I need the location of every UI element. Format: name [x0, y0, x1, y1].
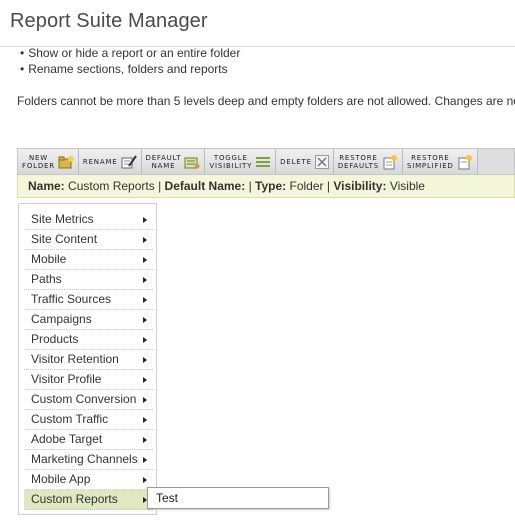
menu-item-label: Custom Reports [31, 492, 118, 506]
default-name-label: DEFAULT NAME [145, 153, 182, 170]
menu-item-label: Custom Conversion [31, 392, 137, 406]
menu-item-label: Traffic Sources [31, 292, 112, 306]
menu-item-paths[interactable]: Paths [24, 270, 153, 290]
delete-button[interactable]: DELETE [276, 149, 334, 174]
new-folder-icon [58, 155, 74, 169]
menu-item-visitor-retention[interactable]: Visitor Retention [24, 350, 153, 370]
toggle-visibility-icon [255, 155, 271, 169]
menu-item-custom-traffic[interactable]: Custom Traffic [24, 410, 153, 430]
menu-item-site-metrics[interactable]: Site Metrics [24, 210, 153, 230]
submenu-arrow-icon [143, 457, 147, 463]
instruction-item: Show or hide a report or an entire folde… [20, 45, 240, 61]
menu-item-label: Products [31, 332, 79, 346]
submenu-arrow-icon [143, 317, 147, 323]
submenu-arrow-icon [143, 397, 147, 403]
restore-simplified-label: RESTORE SIMPLIFIED [406, 153, 454, 170]
menu-item-label: Paths [31, 272, 62, 286]
submenu-arrow-icon [143, 237, 147, 243]
submenu-arrow-icon [143, 337, 147, 343]
restore-defaults-icon [382, 154, 398, 170]
visibility-value: Visible [389, 179, 425, 193]
restore-simplified-icon [457, 154, 473, 170]
default-name-button[interactable]: DEFAULT NAME [141, 149, 206, 174]
folder-rules-note: Folders cannot be more than 5 levels dee… [17, 94, 515, 108]
submenu-arrow-icon [143, 477, 147, 483]
menu-item-label: Site Content [31, 232, 98, 246]
menu-item-traffic-sources[interactable]: Traffic Sources [24, 290, 153, 310]
page-title: Report Suite Manager [10, 10, 208, 32]
separator: | [326, 179, 330, 193]
delete-icon [314, 154, 329, 169]
menu-item-products[interactable]: Products [24, 330, 153, 350]
menu-item-custom-reports[interactable]: Custom Reports [24, 490, 153, 510]
delete-label: DELETE [280, 157, 312, 166]
rename-label: RENAME [82, 157, 118, 166]
restore-defaults-button[interactable]: RESTORE DEFAULTS [333, 149, 403, 174]
submenu-arrow-icon [143, 437, 147, 443]
submenu-arrow-icon [143, 217, 147, 223]
menu-item-label: Adobe Target [31, 432, 103, 446]
submenu-arrow-icon [143, 377, 147, 383]
menu-item-label: Custom Traffic [31, 412, 109, 426]
menu-item-label: Visitor Profile [31, 372, 102, 386]
restore-defaults-label: RESTORE DEFAULTS [337, 153, 379, 170]
submenu-item-test[interactable]: Test [147, 487, 329, 509]
restore-simplified-button[interactable]: RESTORE SIMPLIFIED [402, 149, 478, 174]
toggle-visibility-label: TOGGLE VISIBILITY [209, 153, 253, 170]
type-value: Folder [289, 179, 324, 193]
menu-item-label: Mobile [31, 252, 67, 266]
submenu-item-label: Test [156, 491, 179, 505]
name-value: Custom Reports [68, 179, 155, 193]
menu-item-label: Marketing Channels [31, 452, 138, 466]
menu-item-custom-conversion[interactable]: Custom Conversion [24, 390, 153, 410]
submenu-arrow-icon [143, 277, 147, 283]
submenu-arrow-icon [143, 257, 147, 263]
visibility-label: Visibility: [333, 179, 387, 193]
report-menu: Site Metrics Site Content Mobile Paths Traff… [18, 203, 157, 515]
menu-item-visitor-profile[interactable]: Visitor Profile [24, 370, 153, 390]
selection-info-bar: Name: Custom Reports | Default Name: | T… [17, 175, 515, 198]
name-label: Name: [28, 179, 65, 193]
separator: | [248, 179, 252, 193]
menu-item-site-content[interactable]: Site Content [24, 230, 153, 250]
menu-item-mobile-app[interactable]: Mobile App [24, 470, 153, 490]
default-name-label-text: Default Name: [164, 179, 246, 193]
menu-item-label: Site Metrics [31, 212, 94, 226]
toggle-visibility-button[interactable]: TOGGLE VISIBILITY [205, 149, 277, 174]
new-folder-label: NEW FOLDER [22, 153, 55, 170]
toolbar: NEW FOLDER RENAME DEFAULT NAME TOGGLE VI… [17, 148, 515, 175]
menu-item-label: Visitor Retention [31, 352, 119, 366]
submenu-arrow-icon [143, 417, 147, 423]
menu-item-label: Campaigns [31, 312, 92, 326]
menu-item-campaigns[interactable]: Campaigns [24, 310, 153, 330]
menu-item-marketing-channels[interactable]: Marketing Channels [24, 450, 153, 470]
instruction-list: Show or hide a report or an entire folde… [20, 45, 240, 77]
rename-icon [121, 154, 137, 169]
type-label: Type: [255, 179, 287, 193]
instruction-item: Rename sections, folders and reports [20, 61, 240, 77]
separator: | [158, 179, 162, 193]
default-name-icon [184, 155, 200, 169]
submenu-arrow-icon [143, 357, 147, 363]
submenu-arrow-icon [143, 297, 147, 303]
menu-item-adobe-target[interactable]: Adobe Target [24, 430, 153, 450]
new-folder-button[interactable]: NEW FOLDER [18, 149, 79, 174]
menu-item-mobile[interactable]: Mobile [24, 250, 153, 270]
rename-button[interactable]: RENAME [78, 149, 142, 174]
menu-item-label: Mobile App [31, 472, 91, 486]
